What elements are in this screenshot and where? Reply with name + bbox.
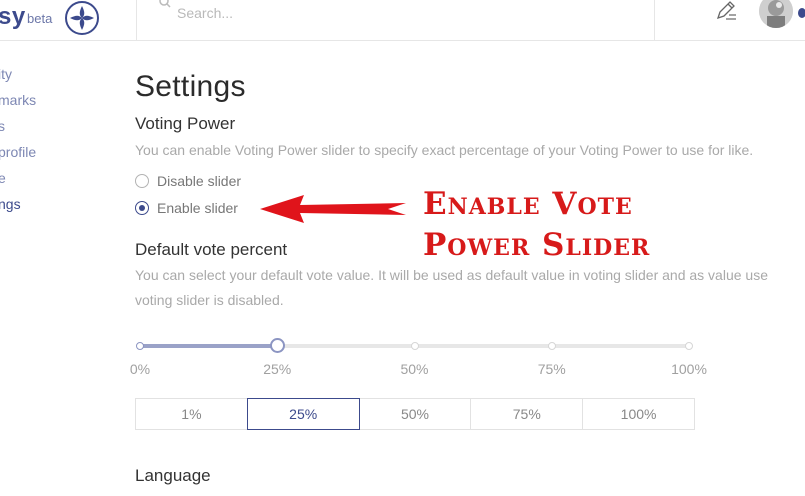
slider-handle[interactable]	[269, 338, 285, 353]
search-input[interactable]	[177, 2, 577, 24]
disable-slider-option[interactable]: Disable slider	[135, 173, 241, 189]
sidebar: ity marks s profile e ngs	[0, 41, 120, 496]
vote-percent-slider[interactable]	[135, 338, 695, 357]
slider-tick-label: 50%	[400, 361, 429, 377]
slider-stop-100[interactable]	[685, 342, 693, 350]
disable-slider-radio[interactable]	[135, 174, 149, 188]
language-title: Language	[135, 466, 211, 485]
top-bar: sy beta	[0, 0, 805, 41]
annotation-arrow-icon	[260, 195, 406, 223]
settings-panel: Settings Voting Power You can enable Vot…	[130, 41, 805, 496]
pencil-icon[interactable]	[714, 0, 738, 20]
slider-tick-label: 25%	[263, 361, 292, 377]
voting-power-title: Voting Power	[135, 114, 236, 133]
brand-logo-icon	[65, 1, 99, 35]
slider-tick-label: 100%	[671, 361, 707, 377]
account-menu-indicator[interactable]	[798, 8, 805, 18]
brand-name: sy	[0, 3, 26, 30]
preset-75-button[interactable]: 75%	[470, 398, 583, 430]
default-vote-description-line2: voting slider is disabled.	[135, 292, 284, 308]
slider-stop-50[interactable]	[410, 342, 419, 350]
avatar[interactable]	[759, 0, 793, 28]
sidebar-item-settings[interactable]: ngs	[0, 196, 21, 212]
annotation-line-2: Power Slider	[423, 227, 651, 263]
voting-power-description: You can enable Voting Power slider to sp…	[135, 142, 754, 158]
sidebar-item-bookmarks[interactable]: marks	[0, 92, 36, 108]
search-icon	[159, 0, 171, 8]
brand-beta-badge: beta	[27, 11, 53, 26]
vote-preset-buttons: 1% 25% 50% 75% 100%	[135, 398, 695, 430]
preset-50-button[interactable]: 50%	[359, 398, 471, 430]
slider-tick-label: 75%	[537, 361, 566, 377]
sidebar-item-activity[interactable]: ity	[0, 66, 12, 82]
sidebar-item-profile[interactable]: profile	[0, 144, 36, 160]
user-avatar-icon	[759, 0, 793, 28]
brand[interactable]: sy beta	[0, 0, 136, 41]
sidebar-item-other[interactable]: e	[0, 170, 6, 186]
sidebar-item-posts[interactable]: s	[0, 118, 5, 134]
slider-tick-label: 0%	[129, 361, 151, 377]
enable-slider-radio[interactable]	[135, 201, 149, 215]
page-title: Settings	[135, 70, 246, 103]
default-vote-description-line1: You can select your default vote value. …	[135, 267, 768, 283]
preset-1-button[interactable]: 1%	[135, 398, 247, 430]
enable-slider-label: Enable slider	[157, 200, 238, 216]
slider-stop-75[interactable]	[547, 342, 556, 350]
enable-slider-option[interactable]: Enable slider	[135, 200, 238, 216]
default-vote-title: Default vote percent	[135, 240, 288, 259]
disable-slider-label: Disable slider	[157, 173, 242, 189]
slider-stop-0[interactable]	[136, 342, 144, 350]
slider-fill	[140, 344, 278, 348]
preset-25-button[interactable]: 25%	[246, 398, 360, 430]
annotation-line-1: Enable Vote	[423, 186, 633, 222]
search-bar	[136, 0, 655, 41]
preset-100-button[interactable]: 100%	[582, 398, 695, 430]
